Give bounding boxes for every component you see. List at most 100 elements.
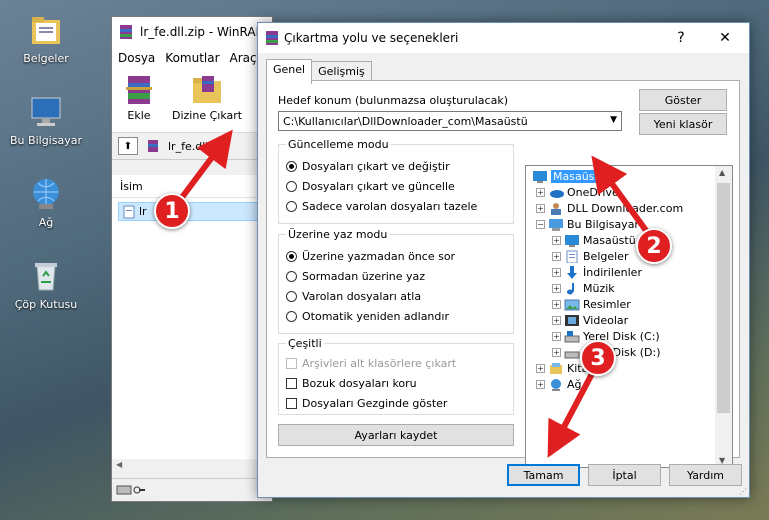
up-folder-button[interactable]: ⬆ (118, 137, 138, 155)
expand-icon[interactable]: + (552, 348, 561, 357)
expand-icon[interactable]: + (552, 268, 561, 277)
tree-node-desktop[interactable]: Masaüstü (532, 170, 608, 183)
winrar-titlebar[interactable]: lr_fe.dll.zip - WinRAR (112, 17, 272, 47)
tree-node-onedrive[interactable]: + OneDrive (536, 186, 619, 199)
horizontal-scrollbar[interactable]: ◀ (112, 459, 272, 471)
dialog-titlebar[interactable]: Çıkartma yolu ve seçenekleri ? ✕ (258, 23, 749, 53)
expand-icon[interactable]: + (552, 252, 561, 261)
option-label: Sormadan üzerine yaz (302, 270, 426, 283)
scrollbar-thumb[interactable] (717, 183, 730, 413)
show-button[interactable]: Göster (639, 89, 727, 111)
overwrite-mode-option[interactable]: Otomatik yeniden adlandır (286, 310, 449, 323)
tab-strip: Genel Gelişmiş (266, 59, 372, 84)
ok-button[interactable]: Tamam (507, 464, 580, 486)
scroll-up-icon[interactable]: ▲ (719, 168, 725, 177)
desktop-icon-recycle-bin[interactable]: Çöp Kutusu (0, 256, 92, 311)
misc-option[interactable]: Dosyaları Gezginde göster (286, 397, 447, 410)
menu-dosya[interactable]: Dosya (118, 51, 155, 65)
computer-icon (26, 92, 66, 132)
tree-node-label: Ağ (567, 378, 582, 391)
new-folder-button[interactable]: Yeni klasör (639, 113, 727, 135)
expand-icon[interactable]: + (536, 204, 545, 213)
dialog-title: Çıkartma yolu ve seçenekleri (284, 31, 459, 45)
expand-icon[interactable]: + (536, 380, 545, 389)
destination-path-combobox[interactable]: C:\Kullanıcılar\DllDownloader_com\Masaüs… (278, 111, 622, 131)
tree-node-videos[interactable]: + Videolar (552, 314, 628, 327)
tree-node-pc-desktop[interactable]: + Masaüstü (552, 234, 636, 247)
desktop-icon-documents[interactable]: Belgeler (0, 10, 92, 65)
expand-icon[interactable]: + (552, 316, 561, 325)
expand-icon[interactable]: + (536, 188, 545, 197)
tree-node-music[interactable]: + Müzik (552, 282, 615, 295)
overwrite-mode-option[interactable]: Sormadan üzerine yaz (286, 270, 425, 283)
collapse-icon[interactable]: − (536, 220, 545, 229)
desktop-icon-network[interactable]: Ağ (0, 174, 92, 229)
tree-node-documents[interactable]: + Belgeler (552, 250, 628, 263)
update-mode-option[interactable]: Dosyaları çıkart ve değiştir (286, 160, 450, 173)
resize-grip-icon[interactable]: ⋰ (739, 487, 747, 496)
scroll-left-icon: ◀ (116, 460, 123, 469)
expand-icon[interactable]: + (552, 284, 561, 293)
winrar-address-bar: ⬆ lr_fe.dll.zip (112, 133, 272, 160)
expand-icon[interactable]: + (536, 364, 545, 373)
destination-path-value: C:\Kullanıcılar\DllDownloader_com\Masaüs… (283, 114, 528, 128)
tree-node-pictures[interactable]: + Resimler (552, 298, 631, 311)
radio-button[interactable] (286, 181, 297, 192)
desktop-icon (533, 171, 547, 183)
desktop-icon-label: Belgeler (23, 52, 69, 65)
tree-node-label: Bu Bilgisayar (567, 218, 639, 231)
tree-node-user[interactable]: + DLL Downloader.com (536, 202, 683, 215)
tree-scrollbar[interactable]: ▲ ▼ (715, 166, 732, 467)
radio-button[interactable] (286, 271, 297, 282)
documents-icon (566, 250, 578, 263)
list-item[interactable]: lr (118, 202, 264, 221)
radio-button[interactable] (286, 251, 297, 262)
overwrite-mode-option[interactable]: Varolan dosyaları atla (286, 290, 421, 303)
radio-button[interactable] (286, 161, 297, 172)
radio-button[interactable] (286, 201, 297, 212)
add-button[interactable]: Ekle (120, 73, 158, 128)
tree-node-downloads[interactable]: + İndirilenler (552, 266, 642, 279)
column-header-name[interactable]: İsim (112, 175, 272, 198)
update-mode-option[interactable]: Dosyaları çıkart ve güncelle (286, 180, 455, 193)
close-icon: ✕ (719, 30, 731, 46)
extract-to-button[interactable]: Dizine Çıkart (172, 73, 242, 128)
expand-icon[interactable]: + (552, 236, 561, 245)
checkbox[interactable] (286, 378, 297, 389)
misc-option[interactable]: Bozuk dosyaları koru (286, 377, 417, 390)
update-mode-title: Güncelleme modu (286, 138, 391, 151)
misc-title: Çeşitli (286, 337, 324, 350)
extract-folder-icon (188, 73, 226, 107)
menu-komutlar[interactable]: Komutlar (165, 51, 219, 65)
computer-icon (549, 219, 563, 231)
folder-tree[interactable]: Masaüstü + OneDrive + DLL Downloader.com… (525, 165, 733, 468)
music-icon (567, 283, 574, 295)
expand-icon[interactable]: + (552, 332, 561, 341)
tree-node-label: DLL Downloader.com (567, 202, 684, 215)
help-bottom-button[interactable]: Yardım (669, 464, 742, 486)
tree-node-this-pc[interactable]: − Bu Bilgisayar (536, 218, 639, 231)
tab-general[interactable]: Genel (266, 59, 313, 84)
update-mode-option[interactable]: Sadece varolan dosyaları tazele (286, 200, 477, 213)
overwrite-mode-option[interactable]: Üzerine yazmadan önce sor (286, 250, 455, 263)
radio-button[interactable] (286, 291, 297, 302)
cancel-button[interactable]: İptal (588, 464, 661, 486)
drive-key-icon (116, 485, 145, 495)
expand-icon[interactable]: + (552, 300, 561, 309)
radio-button[interactable] (286, 311, 297, 322)
option-label: Dosyaları çıkart ve güncelle (302, 180, 455, 193)
tree-node-label: Resimler (583, 298, 631, 311)
chevron-down-icon[interactable]: ▼ (610, 115, 617, 125)
help-button[interactable]: ? (661, 23, 701, 53)
winrar-title: lr_fe.dll.zip - WinRAR (140, 25, 264, 39)
tree-node-label: Masaüstü (551, 170, 608, 183)
close-button[interactable]: ✕ (705, 23, 745, 53)
address-path[interactable]: lr_fe.dll.zip (168, 140, 228, 153)
annotation-badge-3: 3 (580, 340, 616, 376)
option-label: Dosyaları Gezginde göster (302, 397, 448, 410)
save-settings-button[interactable]: Ayarları kaydet (278, 424, 514, 446)
checkbox[interactable] (286, 398, 297, 409)
tree-node-network[interactable]: + Ağ (536, 378, 582, 391)
misc-option-disabled: Arşivleri alt klasörlere çıkart (286, 357, 456, 370)
desktop-icon-computer[interactable]: Bu Bilgisayar (0, 92, 92, 147)
